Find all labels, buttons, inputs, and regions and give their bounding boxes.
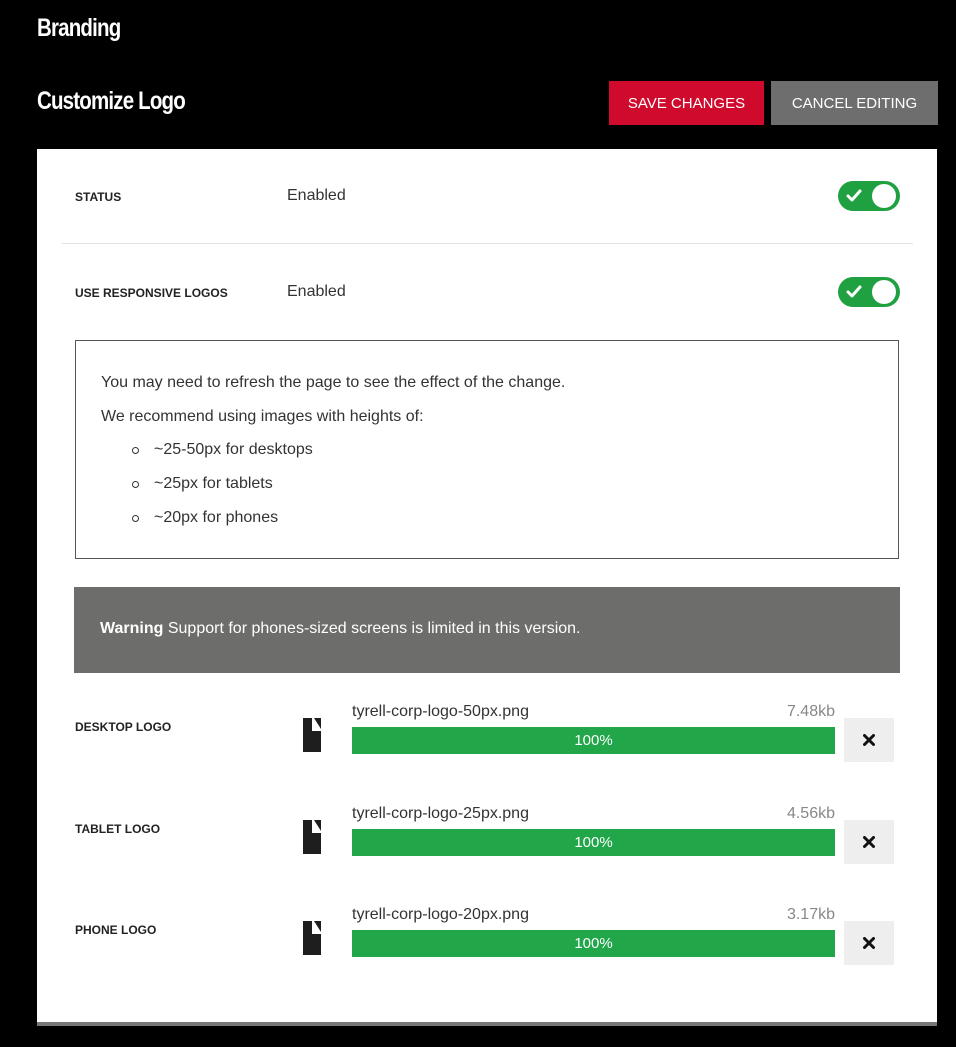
status-label: STATUS [75,190,122,204]
responsive-logos-value: Enabled [287,283,346,300]
progress-text: 100% [574,834,613,851]
info-box: You may need to refresh the page to see … [75,340,899,559]
tablet-logo-file-name: tyrell-corp-logo-25px.png [352,805,529,822]
tablet-logo-progress: 100% [352,829,835,856]
phone-logo-file-size: 3.17kb [786,906,835,923]
warning-banner: Warning Support for phones-sized screens… [74,587,900,673]
bullet-icon [132,447,139,454]
check-icon [846,189,862,202]
settings-panel: STATUS Enabled USE RESPONSIVE LOGOS Enab… [37,149,937,1026]
tablet-logo-row: TABLET LOGO tyrell-corp-logo-25px.png 4.… [37,805,937,865]
close-icon [863,937,875,949]
desktop-logo-label: DESKTOP LOGO [75,720,172,734]
check-icon [846,285,862,298]
progress-text: 100% [574,935,613,952]
list-item-text: ~20px for phones [154,509,279,526]
list-item: ~25px for tablets [76,471,313,505]
tablet-logo-file-size: 4.56kb [786,805,835,822]
status-value: Enabled [287,187,346,204]
desktop-logo-row: DESKTOP LOGO tyrell-corp-logo-50px.png 7… [37,703,937,763]
desktop-logo-file-name: tyrell-corp-logo-50px.png [352,703,529,720]
close-icon [863,734,875,746]
file-icon [303,718,321,752]
toggle-knob [872,280,896,304]
file-icon [303,921,321,955]
desktop-logo-progress: 100% [352,727,835,754]
progress-text: 100% [574,732,613,749]
divider [62,243,913,244]
warning-label: Warning [100,620,164,637]
bullet-icon [132,515,139,522]
cancel-editing-button[interactable]: CANCEL EDITING [771,81,938,125]
remove-tablet-logo-button[interactable] [844,820,894,864]
list-item: ~25-50px for desktops [76,437,313,471]
tablet-logo-label: TABLET LOGO [75,822,161,836]
toggle-knob [872,184,896,208]
section-title: Customize Logo [37,87,186,115]
remove-desktop-logo-button[interactable] [844,718,894,762]
file-icon [303,820,321,854]
bullet-icon [132,481,139,488]
list-item-text: ~25px for tablets [154,475,273,492]
desktop-logo-file-size: 7.48kb [786,703,835,720]
phone-logo-file-name: tyrell-corp-logo-20px.png [352,906,529,923]
warning-message: Support for phones-sized screens is limi… [167,620,581,637]
list-item-text: ~25-50px for desktops [154,441,313,458]
info-text-refresh: You may need to refresh the page to see … [101,374,566,391]
save-changes-button[interactable]: SAVE CHANGES [609,81,764,125]
remove-phone-logo-button[interactable] [844,921,894,965]
phone-logo-progress: 100% [352,930,835,957]
warning-text: Warning Support for phones-sized screens… [100,620,581,638]
phone-logo-label: PHONE LOGO [75,923,157,937]
branding-page: Branding Customize Logo SAVE CHANGES CAN… [0,0,956,1047]
responsive-logos-label: USE RESPONSIVE LOGOS [75,286,228,300]
phone-logo-row: PHONE LOGO tyrell-corp-logo-20px.png 3.1… [37,906,937,966]
size-recommendation-list: ~25-50px for desktops ~25px for tablets … [76,437,313,539]
status-toggle[interactable] [838,181,900,211]
info-text-recommend: We recommend using images with heights o… [101,408,424,425]
page-title: Branding [37,14,121,42]
responsive-logos-toggle[interactable] [838,277,900,307]
close-icon [863,836,875,848]
list-item: ~20px for phones [76,505,313,539]
